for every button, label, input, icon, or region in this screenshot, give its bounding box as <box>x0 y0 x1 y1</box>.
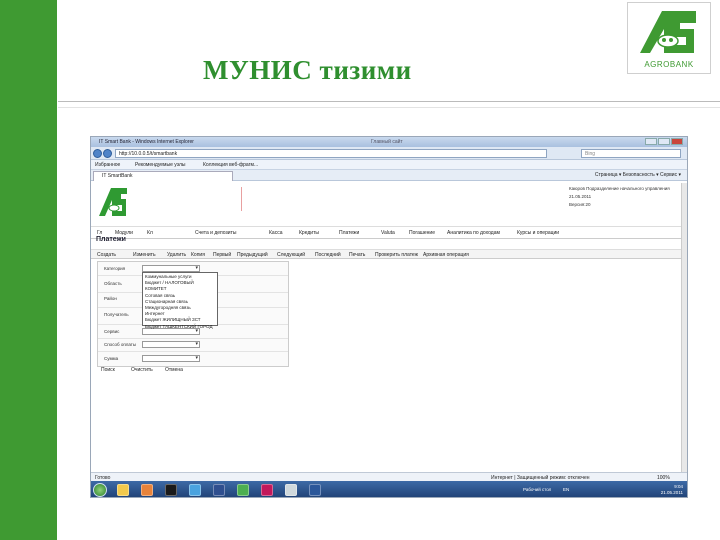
cancel-button[interactable]: Отмена <box>165 367 183 373</box>
dropdown-option[interactable]: Бюджет / НАЛОГОВЫЙ КОМИТЕТ <box>145 280 215 292</box>
favorites-gallery[interactable]: Коллекция веб-фрагм... <box>203 162 258 168</box>
agrobank-logo: AGROBANK <box>627 2 711 74</box>
user-info: Каюров Подразделение начального управлен… <box>569 185 670 209</box>
desktop-label[interactable]: Рабочий стол <box>523 487 551 492</box>
dropdown-option[interactable]: Бюджет ТАШКЕНТСКИЙ ГОРОД <box>145 324 215 330</box>
label-recipient: Получатель <box>104 312 129 317</box>
app-icon[interactable] <box>213 484 225 496</box>
check-payment-button[interactable]: Проверить платеж <box>375 252 418 258</box>
address-input[interactable]: http://10.0.0.5/t/smartbank <box>115 149 547 158</box>
page-title: Платежи <box>96 236 126 243</box>
ie-icon[interactable] <box>189 484 201 496</box>
language-indicator[interactable]: EN <box>563 487 569 492</box>
window-title: IT Smart Bank - Windows Internet Explore… <box>99 139 194 145</box>
category-dropdown-list: Коммунальные услуги Бюджет / НАЛОГОВЫЙ К… <box>142 272 218 329</box>
search-button[interactable]: Поиск <box>101 367 115 373</box>
slide-divider-thin <box>58 107 720 108</box>
payments-toolbar: Создать Изменить Удалить Копия Первый Пр… <box>91 249 687 259</box>
agrobank-logo-icon <box>640 11 696 53</box>
windows-taskbar: Рабочий стол EN 9:04 21.05.2011 <box>91 481 687 497</box>
user-department: Каюров Подразделение начального управлен… <box>569 186 670 191</box>
monitor-icon[interactable] <box>285 484 297 496</box>
slide-title: МУНИС тизими <box>203 55 412 85</box>
window-controls <box>645 138 683 145</box>
menu-item-repayment[interactable]: Погашение <box>409 230 435 236</box>
close-button[interactable] <box>671 138 683 145</box>
word-icon[interactable] <box>309 484 321 496</box>
archive-operation-button[interactable]: Архивная операция <box>423 252 469 258</box>
header-separator <box>241 187 242 211</box>
label-region: Область <box>104 281 122 286</box>
next-button[interactable]: Следующий <box>277 252 305 258</box>
minimize-button[interactable] <box>645 138 657 145</box>
label-category: Категория <box>104 266 126 271</box>
delete-button[interactable]: Удалить <box>167 252 186 258</box>
menu-item-payments[interactable]: Платежи <box>339 230 359 236</box>
favorites-suggested[interactable]: Рекомендуемые узлы <box>135 162 186 168</box>
window-titlebar: IT Smart Bank - Windows Internet Explore… <box>91 137 687 147</box>
form-divider <box>98 338 288 339</box>
tab-smartbank[interactable]: IT SmartBank <box>93 171 233 181</box>
search-input[interactable]: Bing <box>581 149 681 158</box>
user-date: 21.05.2011 <box>569 194 592 199</box>
logo-text: AGROBANK <box>644 60 694 69</box>
menu-item-accounts[interactable]: Счета и депозиты <box>195 230 236 236</box>
ie-command-bar[interactable]: Страница ▾ Безопасность ▾ Сервис ▾ <box>595 172 681 178</box>
system-clock[interactable]: 9:04 21.05.2011 <box>661 484 683 496</box>
document-icon[interactable] <box>261 484 273 496</box>
menu-item-credits[interactable]: Кредиты <box>299 230 319 236</box>
forward-icon[interactable] <box>103 149 112 158</box>
folder-icon[interactable] <box>117 484 129 496</box>
last-button[interactable]: Последний <box>315 252 341 258</box>
menu-item-clients[interactable]: Кл <box>147 230 153 236</box>
slide-divider <box>58 101 720 102</box>
terminal-icon[interactable] <box>165 484 177 496</box>
form-divider <box>98 351 288 352</box>
label-service: Сервис <box>104 329 120 334</box>
payment-method-select[interactable] <box>142 341 200 348</box>
payment-form: Категория Область Район Получатель Серви… <box>97 261 289 367</box>
app-logo-icon <box>99 188 127 216</box>
status-bar: Готово Интернет | Защищенный режим: откл… <box>91 472 687 481</box>
edit-button[interactable]: Изменить <box>133 252 156 258</box>
app-menu: Гл Модули Кл Счета и депозиты Касса Кред… <box>91 227 687 239</box>
first-button[interactable]: Первый <box>213 252 231 258</box>
tab-bar: IT SmartBank Страница ▾ Безопасность ▾ С… <box>91 170 687 181</box>
start-button[interactable] <box>93 483 107 497</box>
menu-item-analytics[interactable]: Аналитика по доходам <box>447 230 500 236</box>
label-payment-method: Способ оплаты <box>104 342 137 347</box>
media-player-icon[interactable] <box>141 484 153 496</box>
print-button[interactable]: Печать <box>349 252 365 258</box>
maximize-button[interactable] <box>658 138 670 145</box>
menu-item-valuta[interactable]: Valuta <box>381 230 395 236</box>
amount-input[interactable] <box>142 355 200 362</box>
slide-green-bar <box>0 0 57 540</box>
previous-button[interactable]: Предыдущий <box>237 252 268 258</box>
clear-button[interactable]: Очистить <box>131 367 153 373</box>
create-button[interactable]: Создать <box>97 252 116 258</box>
favorites-button[interactable]: Избранное <box>95 162 120 168</box>
favorites-bar: Избранное Рекомендуемые узлы Коллекция в… <box>91 160 687 170</box>
label-amount: Сумма <box>104 356 119 361</box>
app-version: Версия:20 <box>569 202 591 207</box>
category-select[interactable] <box>142 265 200 272</box>
page-scrollbar[interactable] <box>681 183 687 472</box>
clock-date: 21.05.2011 <box>660 490 683 495</box>
menu-item-rates[interactable]: Курсы и операции <box>517 230 559 236</box>
address-bar: http://10.0.0.5/t/smartbank Bing <box>91 147 687 160</box>
window-center-label: Главный сайт <box>371 139 403 145</box>
copy-button[interactable]: Копия <box>191 252 205 258</box>
browser-screenshot: IT Smart Bank - Windows Internet Explore… <box>90 136 688 498</box>
app-header: Каюров Подразделение начального управлен… <box>91 181 687 227</box>
label-district: Район <box>104 296 117 301</box>
menu-item-cash[interactable]: Касса <box>269 230 282 236</box>
back-icon[interactable] <box>93 149 102 158</box>
chrome-icon[interactable] <box>237 484 249 496</box>
